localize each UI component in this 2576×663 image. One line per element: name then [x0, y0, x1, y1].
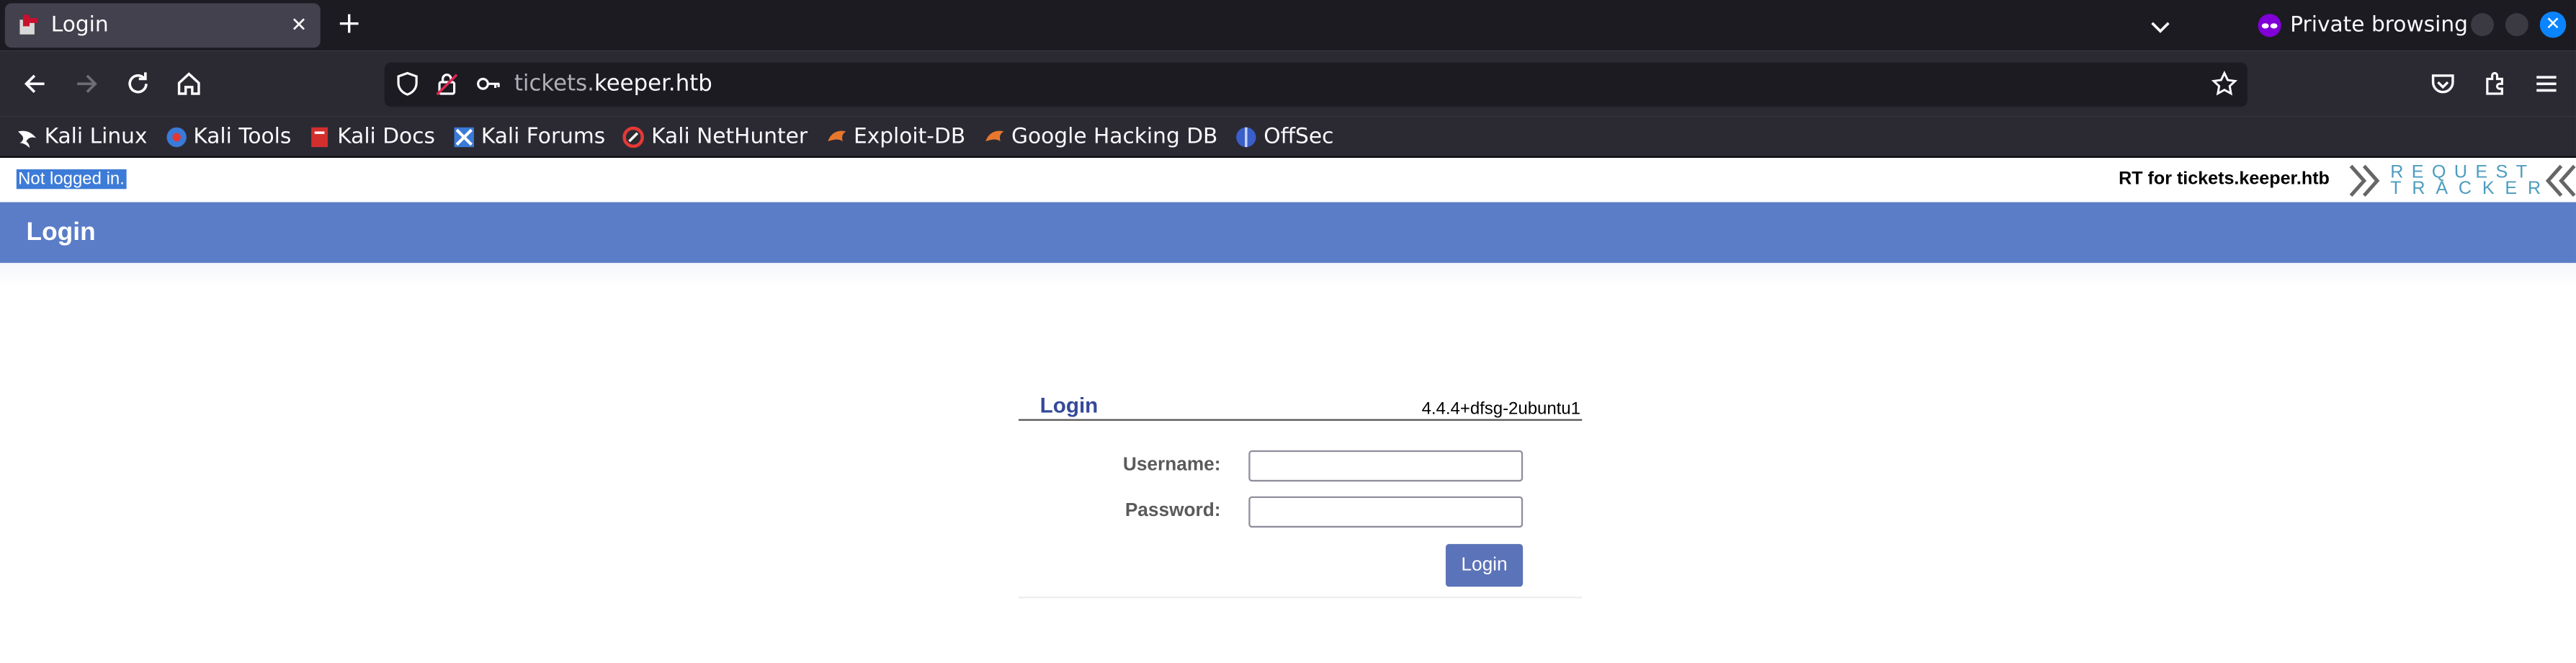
login-form: Login 4.4.4+dfsg-2ubuntu1 Username: Pass…: [1018, 390, 1583, 599]
bookmark-kali-forums[interactable]: Kali Forums: [453, 124, 605, 148]
bookmark-kali-tools[interactable]: Kali Tools: [166, 124, 292, 149]
rt-instance-label: RT for tickets.keeper.htb: [2119, 169, 2330, 190]
menu-icon[interactable]: [2531, 69, 2561, 99]
logo-word-request: REQUEST: [2390, 162, 2536, 183]
private-mask-icon: [2258, 13, 2281, 37]
key-icon[interactable]: [475, 71, 501, 97]
bookmark-kali-linux[interactable]: Kali Linux: [17, 124, 148, 149]
bookmark-label: Kali Docs: [337, 124, 435, 149]
reload-icon[interactable]: [123, 69, 153, 99]
close-window-button[interactable]: ✕: [2539, 11, 2567, 38]
url-subdomain: tickets.: [514, 71, 594, 97]
pocket-icon[interactable]: [2428, 69, 2458, 99]
forward-arrow-icon[interactable]: [72, 69, 102, 99]
maximize-button[interactable]: [2505, 13, 2528, 37]
bookmark-label: Kali Tools: [193, 124, 292, 149]
password-label: Password:: [1124, 501, 1221, 521]
kali-forums-icon: [454, 126, 474, 146]
kali-docs-icon: [311, 126, 328, 146]
bookmark-star-icon[interactable]: [2211, 71, 2238, 97]
chevrons-right-icon: [2349, 164, 2380, 197]
exploit-db-icon: [827, 130, 846, 141]
bookmark-offsec[interactable]: OffSec: [1235, 124, 1333, 148]
username-input[interactable]: [1248, 450, 1524, 482]
tab-bar: Login ✕ + Private browsing ✕: [0, 0, 2576, 51]
header-shadow: [0, 262, 2576, 288]
tab-title: Login: [50, 13, 109, 38]
kali-dragon-icon: [18, 130, 37, 148]
private-browsing-label: Private browsing: [2290, 12, 2468, 37]
list-all-tabs-icon[interactable]: [2145, 12, 2175, 41]
login-button[interactable]: Login: [1445, 543, 1524, 587]
page-title: Login: [26, 218, 96, 247]
bookmark-exploit-db[interactable]: Exploit-DB: [826, 124, 965, 148]
bookmark-label: Exploit-DB: [853, 124, 966, 149]
login-status: Not logged in.: [16, 169, 127, 190]
new-tab-button[interactable]: +: [337, 6, 362, 41]
private-browsing-indicator: Private browsing: [2258, 10, 2468, 40]
bookmark-label: Kali NetHunter: [651, 124, 808, 149]
extensions-icon[interactable]: [2481, 69, 2510, 99]
bookmark-kali-nethunter[interactable]: Kali NetHunter: [623, 124, 808, 148]
minimize-button[interactable]: [2471, 13, 2494, 37]
kali-tools-icon: [166, 126, 187, 146]
password-input[interactable]: [1248, 496, 1524, 528]
bookmark-kali-docs[interactable]: Kali Docs: [309, 124, 435, 148]
nethunter-icon: [623, 125, 645, 148]
url-domain: keeper.htb: [594, 71, 712, 97]
browser-tab[interactable]: Login ✕: [4, 3, 321, 48]
page-header: Login: [0, 202, 2576, 263]
shield-icon[interactable]: [394, 71, 420, 97]
bookmark-label: Kali Forums: [480, 124, 606, 149]
bookmark-label: OffSec: [1264, 124, 1334, 149]
logo-word-tracker: TRACKER: [2390, 179, 2552, 199]
back-arrow-icon[interactable]: [19, 69, 49, 99]
bookmark-label: Google Hacking DB: [1011, 124, 1218, 149]
title-divider: [1018, 419, 1583, 421]
rt-version: 4.4.4+dfsg-2ubuntu1: [1421, 399, 1580, 419]
bookmarks-toolbar: Kali Linux Kali Tools Kali Docs Kali For…: [0, 116, 2576, 158]
address-bar[interactable]: tickets.keeper.htb: [384, 62, 2248, 107]
request-tracker-logo[interactable]: REQUEST TRACKER: [2349, 163, 2576, 199]
insecure-lock-icon[interactable]: [434, 71, 460, 97]
bookmark-google-hacking-db[interactable]: Google Hacking DB: [983, 124, 1217, 148]
chevrons-left-icon: [2545, 164, 2576, 197]
bookmark-label: Kali Linux: [44, 124, 148, 149]
rt-favicon-icon: [19, 14, 38, 35]
navigation-toolbar: tickets.keeper.htb: [0, 50, 2576, 117]
url-text[interactable]: tickets.keeper.htb: [514, 71, 712, 97]
screen: Login ✕ + Private browsing ✕ tickets.kee…: [0, 0, 2576, 663]
page-content: Not logged in. RT for tickets.keeper.htb…: [0, 159, 2576, 663]
ghdb-icon: [985, 130, 1003, 141]
home-icon[interactable]: [174, 69, 204, 99]
rt-topbar: Not logged in. RT for tickets.keeper.htb…: [0, 159, 2576, 203]
login-box-title: Login: [1039, 393, 1099, 418]
offsec-icon: [1236, 126, 1256, 146]
tab-close-icon[interactable]: ✕: [291, 13, 308, 36]
username-label: Username:: [1122, 455, 1221, 476]
